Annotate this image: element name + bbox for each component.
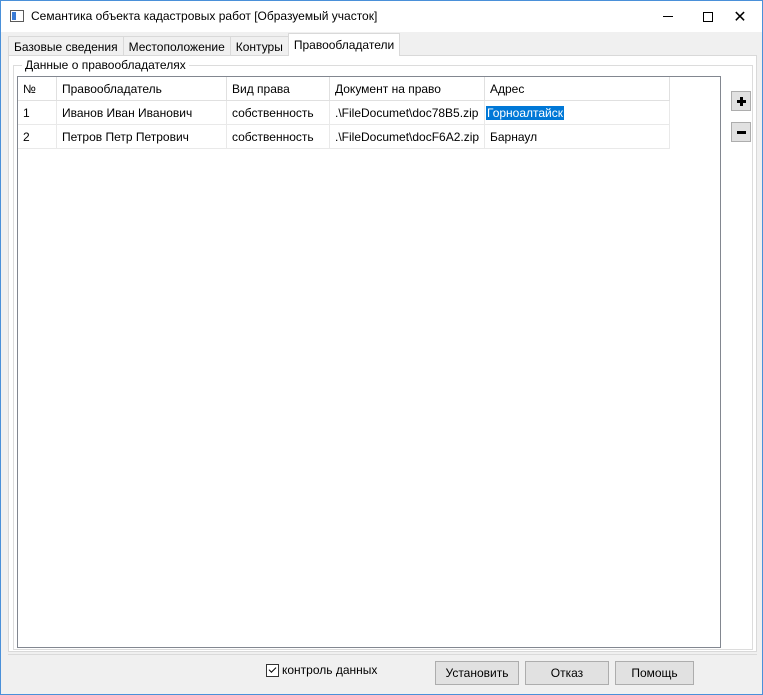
footer-divider <box>8 654 757 655</box>
cell-document[interactable]: .\FileDocumet\docF6A2.zip <box>330 125 485 149</box>
cell-right-type[interactable]: собственность <box>227 125 330 149</box>
minus-icon <box>736 130 746 134</box>
checkmark-icon <box>268 665 277 673</box>
title-bar[interactable]: Семантика объекта кадастровых работ [Обр… <box>1 1 762 32</box>
app-window-icon <box>10 10 24 22</box>
cell-right-type[interactable]: собственность <box>227 101 330 125</box>
tab-panel-right-holders: Данные о правообладателях № Правообладат… <box>8 55 757 652</box>
cell-number[interactable]: 1 <box>18 101 57 125</box>
set-button[interactable]: Установить <box>435 661 519 685</box>
tab-contours[interactable]: Контуры <box>229 36 289 56</box>
right-holders-table[interactable]: № Правообладатель Вид права Документ на … <box>17 76 721 648</box>
cancel-button[interactable]: Отказ <box>525 661 609 685</box>
column-header-document[interactable]: Документ на право <box>330 77 485 101</box>
right-holders-groupbox: Данные о правообладателях № Правообладат… <box>13 58 753 650</box>
cell-address-selected-text[interactable]: Горноалтайск <box>486 105 565 120</box>
remove-row-button[interactable] <box>731 122 751 142</box>
data-control-checkbox-row[interactable]: контроль данных <box>266 663 377 677</box>
tab-base-info[interactable]: Базовые сведения <box>8 36 124 56</box>
cell-owner[interactable]: Иванов Иван Иванович <box>57 101 227 125</box>
tab-location[interactable]: Местоположение <box>122 36 231 56</box>
plus-icon <box>736 96 746 106</box>
groupbox-label: Данные о правообладателях <box>22 58 189 72</box>
maximize-icon <box>703 11 713 22</box>
cell-address[interactable]: Горноалтайск <box>485 101 670 125</box>
window-title: Семантика объекта кадастровых работ [Обр… <box>31 9 378 23</box>
minimize-icon <box>663 16 673 17</box>
help-button[interactable]: Помощь <box>615 661 694 685</box>
cell-number[interactable]: 2 <box>18 125 57 149</box>
data-control-checkbox[interactable] <box>266 663 279 677</box>
cell-document[interactable]: .\FileDocumet\doc78B5.zip <box>330 101 485 125</box>
close-icon: ✕ <box>733 6 747 26</box>
cell-address[interactable]: Барнаул <box>485 125 670 149</box>
column-header-address[interactable]: Адрес <box>485 77 670 101</box>
close-button[interactable]: ✕ <box>717 1 763 32</box>
column-header-right-type[interactable]: Вид права <box>227 77 330 101</box>
data-control-label[interactable]: контроль данных <box>282 663 377 677</box>
column-header-owner[interactable]: Правообладатель <box>57 77 227 101</box>
dialog-window: Семантика объекта кадастровых работ [Обр… <box>0 0 763 695</box>
cell-owner[interactable]: Петров Петр Петрович <box>57 125 227 149</box>
column-header-number[interactable]: № <box>18 77 57 101</box>
tab-right-holders[interactable]: Правообладатели <box>287 33 401 56</box>
add-row-button[interactable] <box>731 91 751 111</box>
tab-strip: Базовые сведения Местоположение Контуры … <box>8 33 401 56</box>
